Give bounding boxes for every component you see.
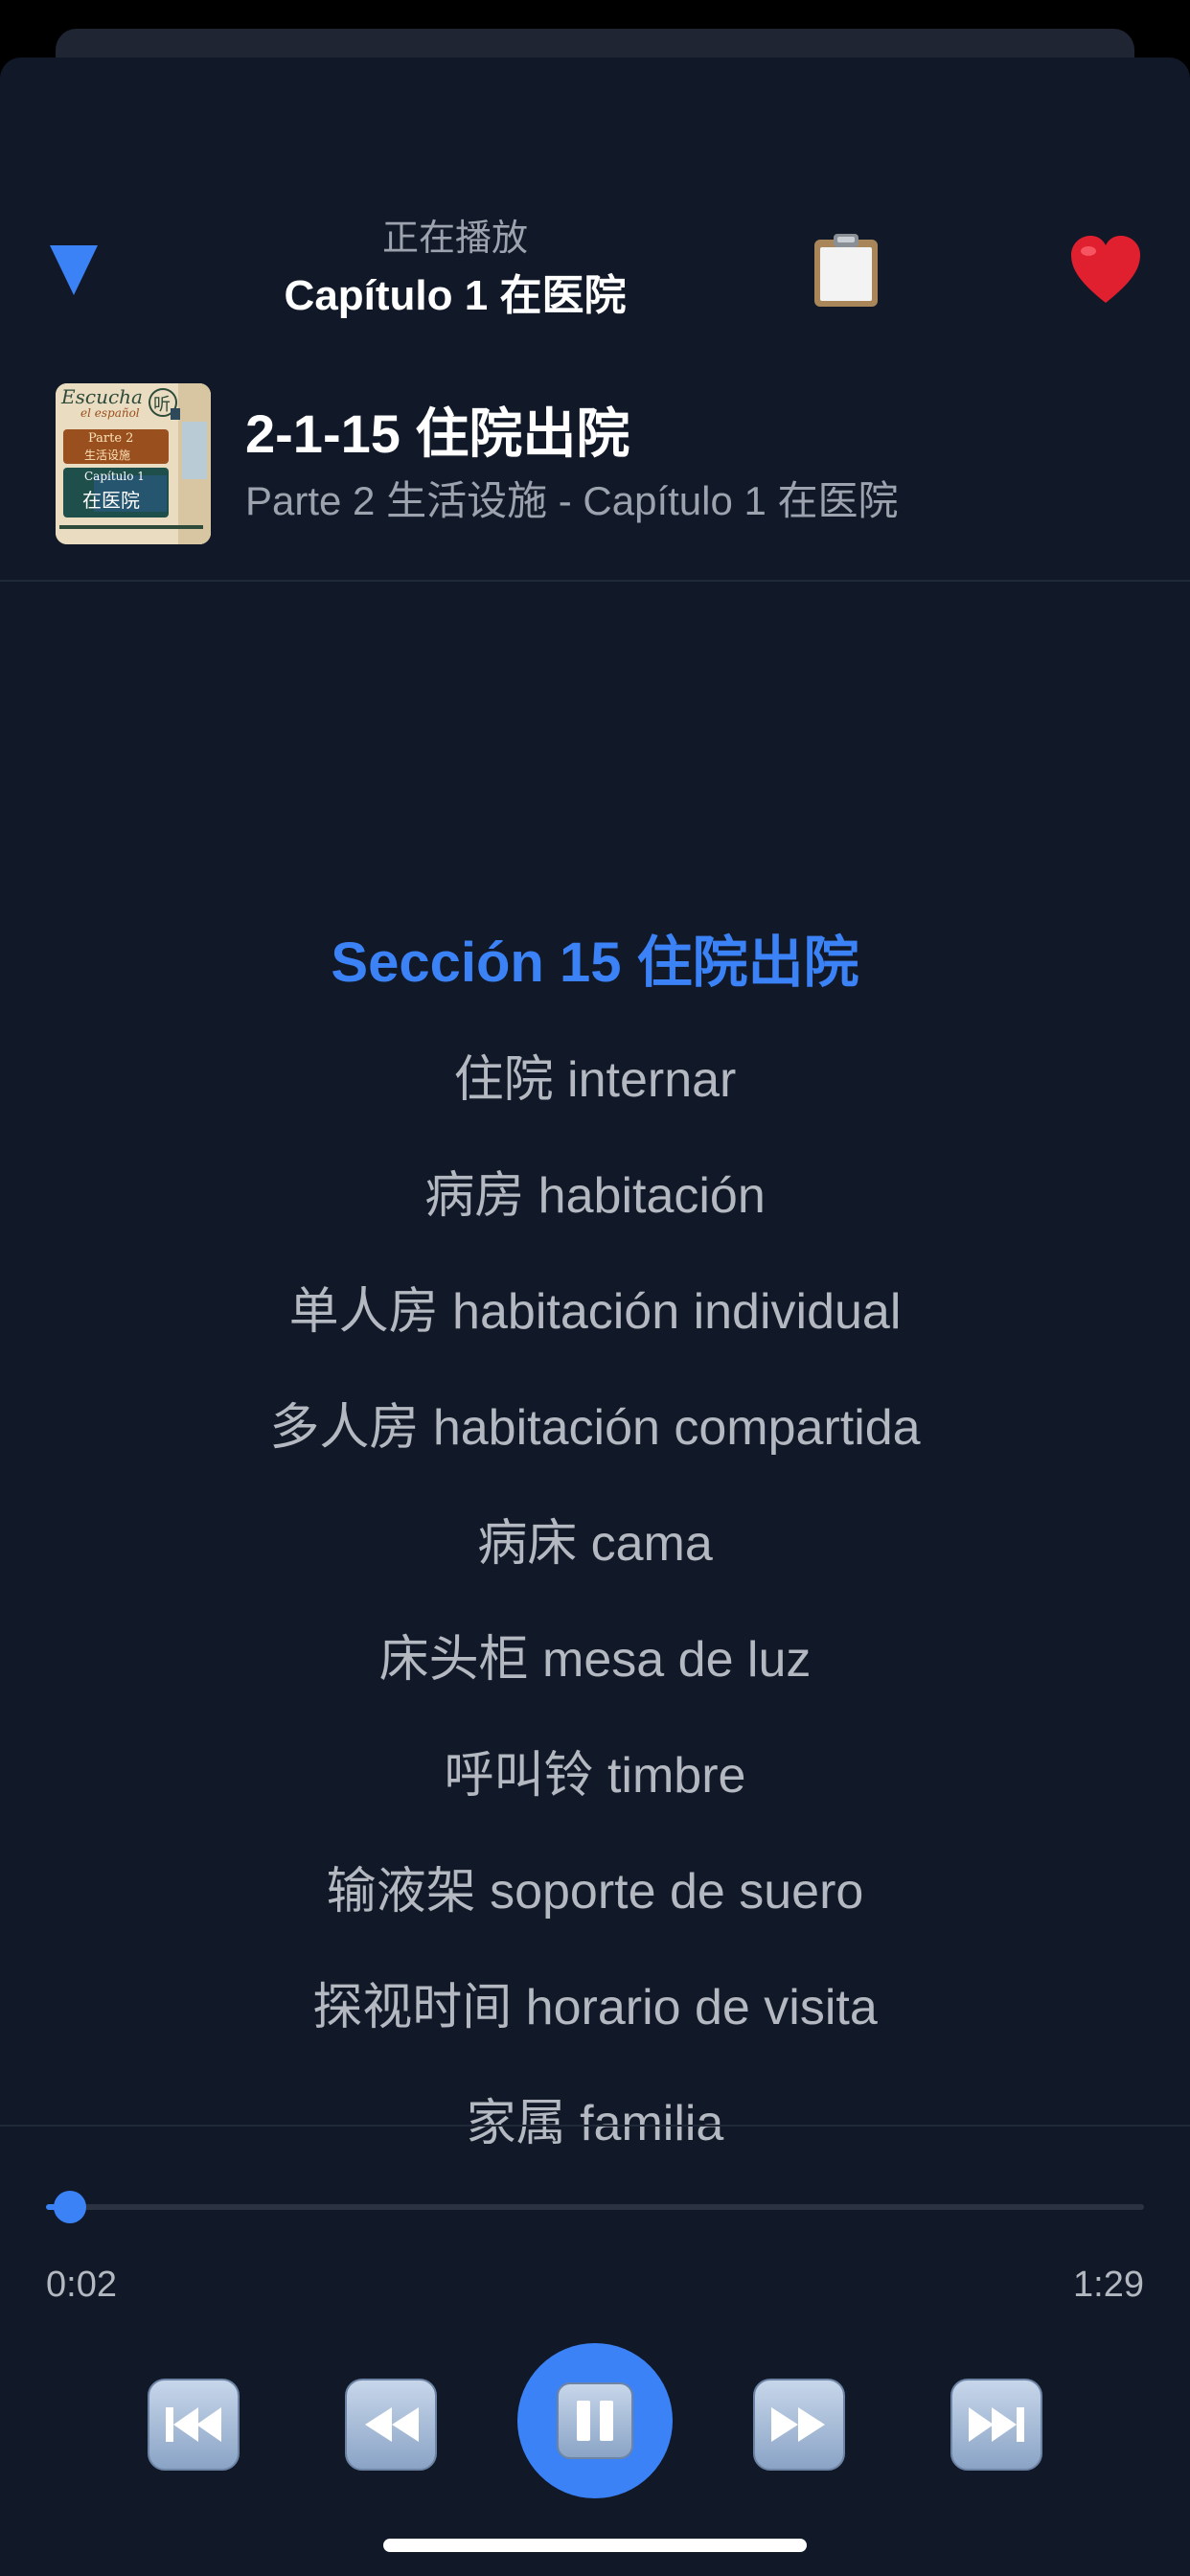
now-playing-sheet: 正在播放 Capítulo 1 在医院 Escucha el español 听… — [0, 58, 1190, 2576]
home-indicator[interactable] — [383, 2539, 807, 2552]
lyric-line[interactable]: 输液架 soporte de suero — [0, 1861, 1190, 1922]
now-playing-label: 正在播放 — [381, 218, 528, 259]
lyric-line[interactable]: 住院 internar — [0, 1049, 1190, 1111]
progress-thumb[interactable] — [54, 2191, 87, 2223]
progress-slider[interactable] — [46, 2191, 1144, 2223]
cover-badge: 听 — [153, 395, 171, 414]
skip-back-button[interactable] — [148, 2379, 240, 2471]
cover-chapter-cn: 在医院 — [82, 491, 140, 512]
time-total: 1:29 — [1073, 2265, 1144, 2305]
skip-forward-button[interactable] — [950, 2379, 1042, 2471]
lyric-line[interactable]: 呼叫铃 timbre — [0, 1745, 1190, 1806]
divider — [0, 2125, 1190, 2127]
cover-part: Parte 2 — [88, 431, 134, 446]
skip-forward-icon — [969, 2407, 1024, 2442]
cover-chapter: Capítulo 1 — [84, 470, 145, 483]
lyric-line[interactable]: 单人房 habitación individual — [0, 1281, 1190, 1343]
lyric-line[interactable]: 病床 cama — [0, 1513, 1190, 1575]
track-title: 2-1-15 住院出院 — [245, 403, 630, 464]
time-elapsed: 0:02 — [46, 2265, 117, 2305]
lyric-line[interactable]: 探视时间 horario de visita — [0, 1977, 1190, 2038]
chapter-title: Capítulo 1 在医院 — [284, 272, 627, 319]
rewind-button[interactable] — [345, 2379, 437, 2471]
fast-forward-button[interactable] — [753, 2379, 845, 2471]
heart-icon[interactable] — [1069, 236, 1142, 305]
skip-back-icon — [166, 2407, 221, 2442]
pause-button[interactable] — [517, 2343, 673, 2498]
lyric-line[interactable]: 床头柜 mesa de luz — [0, 1629, 1190, 1690]
rewind-icon — [365, 2407, 419, 2442]
lyric-line[interactable]: 家属 familia — [0, 2093, 1190, 2154]
cover-subtitle: el español — [80, 406, 140, 420]
pause-icon — [557, 2382, 633, 2459]
clipboard-icon[interactable] — [812, 234, 880, 309]
lyric-line[interactable]: 病房 habitación — [0, 1165, 1190, 1227]
album-cover: Escucha el español 听 Parte 2 生活设施 Capítu… — [56, 383, 211, 544]
cover-part-cn: 生活设施 — [84, 448, 131, 462]
lyric-line-active[interactable]: Sección 15 住院出院 — [0, 932, 1190, 994]
fast-forward-icon — [771, 2407, 825, 2442]
cover-title: Escucha — [61, 385, 143, 408]
lyric-line[interactable]: 多人房 habitación compartida — [0, 1397, 1190, 1459]
header: 正在播放 Capítulo 1 在医院 — [172, 216, 738, 323]
lyrics-panel[interactable]: Sección 15 住院出院 住院 internar 病房 habitació… — [0, 582, 1190, 2182]
track-subtitle: Parte 2 生活设施 - Capítulo 1 在医院 — [245, 478, 899, 523]
collapse-triangle-icon[interactable] — [48, 242, 100, 299]
